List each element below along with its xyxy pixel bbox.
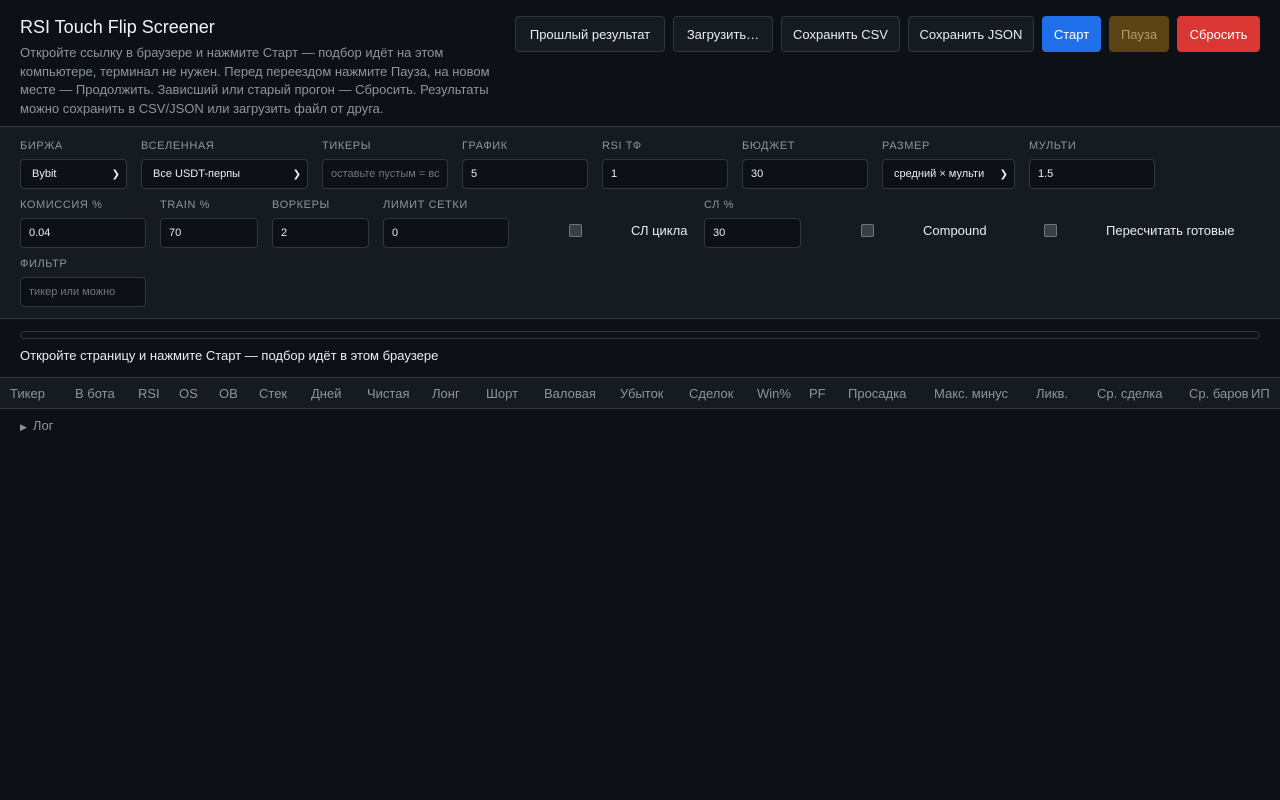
app-description: Откройте ссылку в браузере и нажмите Ста… [20,45,490,116]
sl-pct-input[interactable]: 30 [704,218,801,248]
train-label: TRAIN % [160,199,211,211]
column-header[interactable]: Макс. минус [934,386,1008,401]
rsi-tf-input[interactable]: 1 [602,159,728,189]
column-header[interactable]: Просадка [848,386,906,401]
sl-pct-label: СЛ % [704,199,735,211]
compound-checkbox[interactable] [861,224,874,237]
chart-label: ГРАФИК [462,140,508,152]
reset-button[interactable]: Сбросить [1177,16,1260,52]
recalc-label: Пересчитать готовые [1106,223,1235,238]
chevron-down-icon: ❯ [292,168,301,180]
budget-label: БЮДЖЕТ [742,140,796,152]
size-label: РАЗМЕР [882,140,930,152]
settings-panel: БИРЖА Bybit ❯ ВСЕЛЕННАЯ Все USDT-перпы ❯… [0,126,1280,319]
tickers-input[interactable]: оставьте пустым = вс [322,159,448,189]
progress-bar [20,331,1260,339]
exchange-select[interactable]: Bybit ❯ [20,159,127,189]
budget-input[interactable]: 30 [742,159,868,189]
train-input[interactable]: 70 [160,218,258,248]
save-csv-button[interactable]: Сохранить CSV [781,16,900,52]
column-header[interactable]: Ср. баров [1189,386,1249,401]
triangle-right-icon: ▶ [20,422,27,432]
rsi-tf-label: RSI ТФ [602,140,642,152]
size-value: средний × мульти [894,168,985,180]
chart-input[interactable]: 5 [462,159,588,189]
column-header[interactable]: Убыток [620,386,664,401]
chevron-down-icon: ❯ [999,168,1008,180]
column-header[interactable]: Дней [311,386,341,401]
column-header[interactable]: OB [219,386,238,401]
column-header[interactable]: Win% [757,386,791,401]
exchange-label: БИРЖА [20,140,63,152]
sl-cycle-checkbox[interactable] [569,224,582,237]
recalc-checkbox[interactable] [1044,224,1057,237]
start-button[interactable]: Старт [1042,16,1101,52]
filter-input[interactable]: тикер или можно [20,277,146,307]
pause-button[interactable]: Пауза [1109,16,1169,52]
workers-label: ВОРКЕРЫ [272,199,330,211]
multi-input[interactable]: 1.5 [1029,159,1155,189]
workers-input[interactable]: 2 [272,218,369,248]
column-header[interactable]: Ср. сделка [1097,386,1163,401]
log-toggle[interactable]: ▶ Лог [20,418,53,433]
column-header[interactable]: Стек [259,386,287,401]
filter-label: ФИЛЬТР [20,258,68,270]
column-header[interactable]: PF [809,386,826,401]
grid-limit-input[interactable]: 0 [383,218,509,248]
column-header[interactable]: Чистая [367,386,410,401]
grid-limit-label: ЛИМИТ СЕТКИ [383,199,468,211]
column-header[interactable]: ИП [1251,386,1270,401]
size-select[interactable]: средний × мульти ❯ [882,159,1015,189]
multi-label: МУЛЬТИ [1029,140,1077,152]
column-header[interactable]: Сделок [689,386,733,401]
column-header[interactable]: Шорт [486,386,518,401]
commission-input[interactable]: 0.04 [20,218,146,248]
sl-cycle-label: СЛ цикла [631,223,688,238]
column-header[interactable]: Ликв. [1036,386,1068,401]
status-text: Откройте страницу и нажмите Старт — подб… [20,348,439,363]
column-header[interactable]: OS [179,386,198,401]
chevron-down-icon: ❯ [111,168,120,180]
exchange-value: Bybit [32,168,57,180]
load-button[interactable]: Загрузить… [673,16,773,52]
prev-result-button[interactable]: Прошлый результат [515,16,665,52]
column-header[interactable]: В бота [75,386,115,401]
universe-select[interactable]: Все USDT-перпы ❯ [141,159,308,189]
tickers-label: ТИКЕРЫ [322,140,372,152]
compound-label: Compound [923,223,987,238]
column-header[interactable]: RSI [138,386,160,401]
commission-label: КОМИССИЯ % [20,199,103,211]
column-header[interactable]: Валовая [544,386,596,401]
column-header[interactable]: Тикер [10,386,45,401]
app-title: RSI Touch Flip Screener [20,17,215,37]
universe-label: ВСЕЛЕННАЯ [141,140,215,152]
column-header[interactable]: Лонг [432,386,460,401]
universe-value: Все USDT-перпы [153,168,241,180]
results-table-header: Тикер В бота RSI OS OB Стек Дней Чистая Лонг Шорт… [0,377,1280,409]
log-label: Лог [32,418,54,433]
save-json-button[interactable]: Сохранить JSON [908,16,1034,52]
